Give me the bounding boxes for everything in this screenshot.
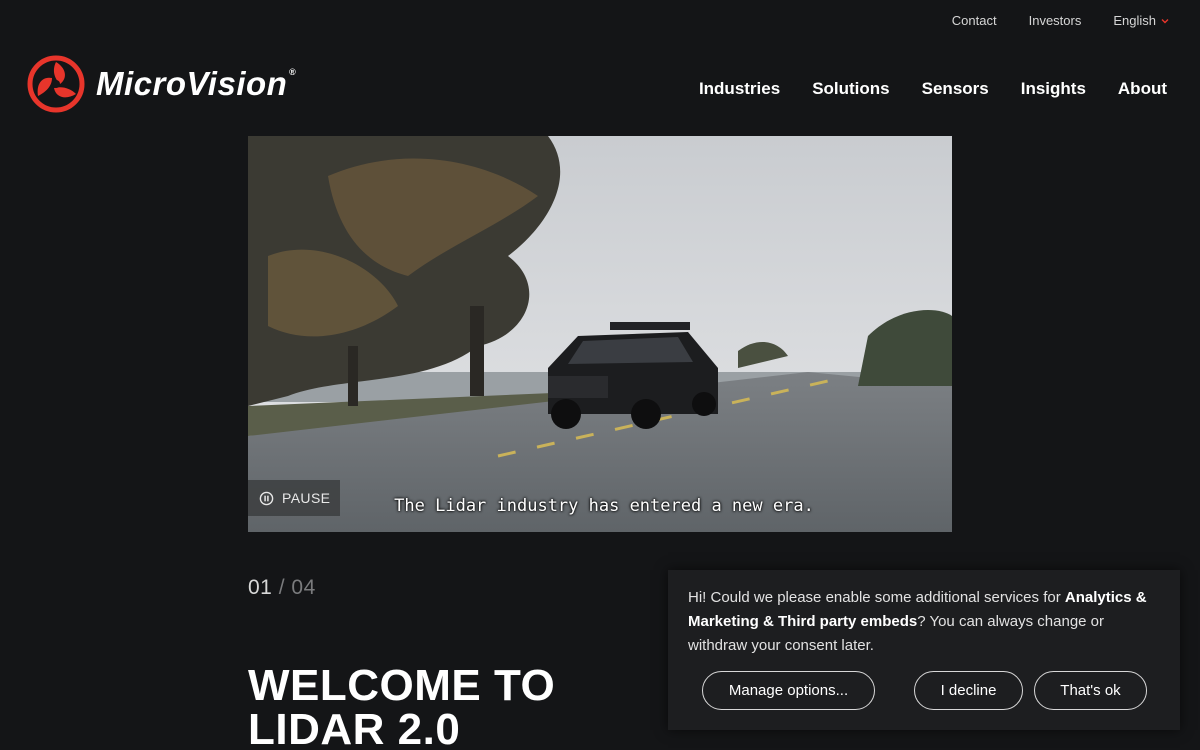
utility-nav: Contact Investors English bbox=[952, 13, 1169, 28]
cookie-consent-banner: Hi! Could we please enable some addition… bbox=[668, 570, 1180, 730]
language-label: English bbox=[1113, 13, 1156, 28]
video-caption: The Lidar industry has entered a new era… bbox=[394, 496, 814, 516]
cookie-text-before: Hi! Could we please enable some addition… bbox=[688, 589, 1065, 606]
logo-text: MicroVision bbox=[96, 65, 288, 102]
accept-button[interactable]: That's ok bbox=[1034, 671, 1147, 710]
nav-item-industries[interactable]: Industries bbox=[699, 79, 780, 99]
hero-video-frame bbox=[248, 136, 952, 532]
headline-line-2: LIDAR 2.0 bbox=[248, 705, 461, 750]
logo-wordmark: MicroVision ® bbox=[96, 65, 296, 103]
hero-video[interactable]: PAUSE The Lidar industry has entered a n… bbox=[248, 136, 952, 532]
manage-options-button[interactable]: Manage options... bbox=[702, 671, 875, 710]
slide-counter: 01 / 04 bbox=[248, 576, 316, 600]
nav-item-solutions[interactable]: Solutions bbox=[812, 79, 889, 99]
microvision-logo[interactable]: MicroVision ® bbox=[26, 54, 296, 114]
cookie-actions: Manage options... I decline That's ok bbox=[702, 671, 1147, 710]
microvision-logo-icon bbox=[27, 55, 85, 113]
page: Contact Investors English MicroVision ® … bbox=[0, 0, 1200, 750]
cookie-message: Hi! Could we please enable some addition… bbox=[688, 586, 1160, 658]
slide-current: 01 bbox=[248, 576, 273, 599]
slide-total: 04 bbox=[291, 576, 316, 599]
contact-link[interactable]: Contact bbox=[952, 13, 997, 28]
main-nav: Industries Solutions Sensors Insights Ab… bbox=[699, 79, 1167, 99]
nav-item-insights[interactable]: Insights bbox=[1021, 79, 1086, 99]
investors-link[interactable]: Investors bbox=[1029, 13, 1082, 28]
headline-line-1: WELCOME TO bbox=[248, 661, 556, 710]
slide-separator: / bbox=[278, 576, 286, 599]
language-selector[interactable]: English bbox=[1113, 13, 1169, 28]
nav-item-about[interactable]: About bbox=[1118, 79, 1167, 99]
registered-mark: ® bbox=[289, 67, 297, 77]
page-headline: WELCOME TO LIDAR 2.0 bbox=[248, 664, 555, 750]
chevron-down-icon bbox=[1161, 18, 1169, 23]
nav-item-sensors[interactable]: Sensors bbox=[922, 79, 989, 99]
decline-button[interactable]: I decline bbox=[914, 671, 1023, 710]
